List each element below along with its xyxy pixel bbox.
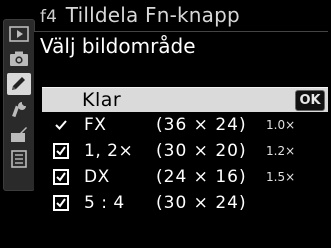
tick-icon: [50, 114, 72, 136]
submenu-title: Välj bildområde: [40, 34, 196, 58]
option-label: FX: [84, 115, 107, 135]
checkbox-checked-icon[interactable]: [50, 140, 72, 162]
menu-heading: f4 Tilldela Fn-knapp: [40, 3, 240, 27]
sidebar-tab-shooting[interactable]: [7, 48, 31, 70]
ok-button-icon: OK: [295, 90, 325, 111]
option-dims: (24 × 16): [156, 167, 247, 187]
option-dims: (30 × 24): [156, 193, 247, 213]
sidebar-tab-custom-settings[interactable]: [7, 73, 31, 95]
retouch-icon: [11, 127, 27, 142]
playback-icon: [9, 26, 29, 42]
option-label: 5 : 4: [84, 193, 125, 213]
done-label: Klar: [82, 89, 122, 111]
checkbox-checked-icon[interactable]: [50, 192, 72, 214]
option-label: 1, 2×: [84, 141, 134, 161]
menu-title: Tilldela Fn-knapp: [65, 3, 240, 27]
option-crop: 1.2×: [266, 144, 296, 158]
sidebar-tab-recent-settings[interactable]: [7, 148, 31, 170]
menu-code: f4: [40, 7, 58, 27]
menu-sidebar: [3, 19, 35, 191]
option-dims: (36 × 24): [156, 115, 247, 135]
option-crop: 1.5×: [266, 170, 296, 184]
checkbox-checked-icon[interactable]: [50, 166, 72, 188]
sidebar-tab-retouch[interactable]: [7, 123, 31, 145]
list-item-dx[interactable]: DX (24 × 16) 1.5×: [34, 164, 328, 190]
option-label: DX: [84, 167, 110, 187]
wrench-icon: [12, 102, 26, 118]
list-item-1-2x[interactable]: 1, 2× (30 × 20) 1.2×: [34, 138, 328, 164]
list-item-fx[interactable]: FX (36 × 24) 1.0×: [34, 112, 328, 138]
option-crop: 1.0×: [266, 118, 296, 132]
option-dims: (30 × 20): [156, 141, 247, 161]
sidebar-tab-setup[interactable]: [7, 98, 31, 120]
sidebar-tab-playback[interactable]: [7, 23, 31, 45]
done-row[interactable]: Klar OK: [42, 87, 328, 112]
pencil-icon: [12, 77, 25, 90]
recent-settings-icon: [11, 150, 27, 168]
camera-icon: [10, 51, 28, 66]
image-area-list: Klar OK FX (36 × 24) 1.0× 1, 2× (30 × 20…: [34, 87, 328, 216]
list-item-5-4[interactable]: 5 : 4 (30 × 24): [34, 190, 328, 216]
camera-menu-screen: f4 Tilldela Fn-knapp Välj bildområde Kla…: [0, 0, 331, 248]
